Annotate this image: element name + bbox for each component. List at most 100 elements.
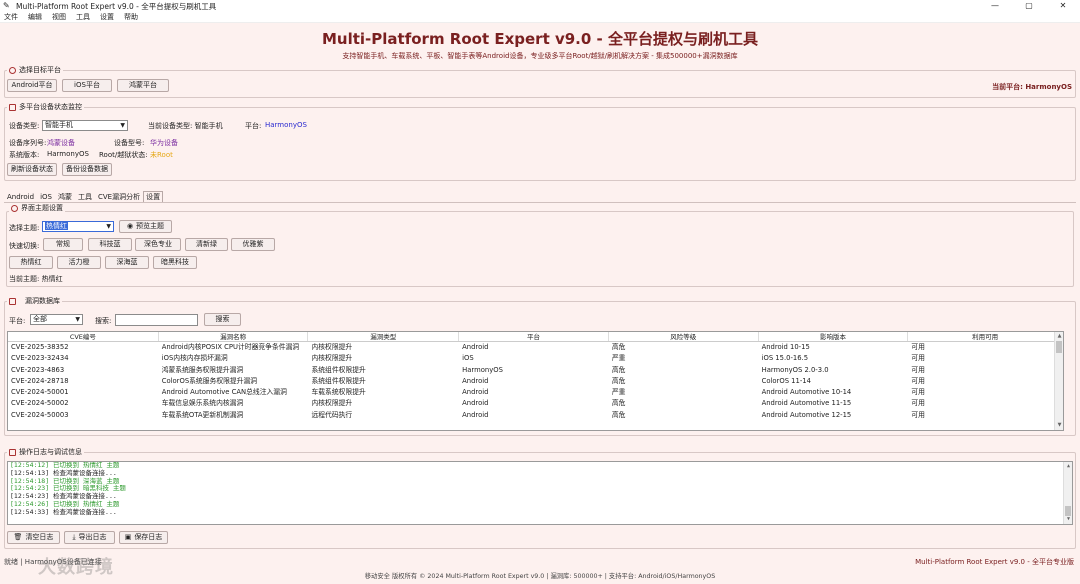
theme-dark-pro-button[interactable]: 深色专业 xyxy=(135,238,181,251)
theme-group-label: 界面主题设置 xyxy=(9,203,65,213)
tab-harmony[interactable]: 鸿蒙 xyxy=(55,191,75,202)
theme-vital-orange-button[interactable]: 活力橙 xyxy=(57,256,101,269)
scroll-down-icon[interactable]: ▼ xyxy=(1055,421,1063,430)
eye-icon: ◉ xyxy=(126,222,134,230)
maximize-button[interactable]: ▢ xyxy=(1012,0,1046,12)
theme-passion-red-button[interactable]: 热情红 xyxy=(9,256,53,269)
vuln-db-group-label: 漏洞数据库 xyxy=(7,296,62,306)
theme-select-label: 选择主题: xyxy=(9,224,40,232)
preview-theme-button[interactable]: ◉ 预览主题 xyxy=(119,220,172,233)
feather-icon: ✎ xyxy=(3,1,10,10)
device-monitor-label: 多平台设备状态监控 xyxy=(7,102,84,112)
table-row[interactable]: CVE-2025-38352 Android内核POSIX CPU计时器竞争条件漏… xyxy=(8,342,1063,353)
model-value: 华为设备 xyxy=(150,139,178,147)
sysver-value: HarmonyOS xyxy=(47,150,89,158)
col-cve[interactable]: CVE编号 xyxy=(8,332,159,341)
table-row[interactable]: CVE-2024-28718 ColorOS系统服务权限提升漏洞 系统组件权限提升 A… xyxy=(8,376,1063,387)
table-row[interactable]: CVE-2023-32434 iOS内核内存损坏漏洞 内核权限提升 iOS 严重 iOS … xyxy=(8,353,1063,364)
log-scrollbar[interactable]: ▲ ▼ xyxy=(1063,462,1072,524)
col-type[interactable]: 漏洞类型 xyxy=(308,332,460,341)
theme-regular-button[interactable]: 常规 xyxy=(43,238,83,251)
tab-tools[interactable]: 工具 xyxy=(75,191,95,202)
log-line: [12:54:12] 已切换到 热情红 主题 xyxy=(10,461,120,469)
log-line: [12:54:23] 检查鸿蒙设备连接... xyxy=(10,492,117,501)
android-platform-button[interactable]: Android平台 xyxy=(7,79,57,92)
theme-fresh-green-button[interactable]: 清新绿 xyxy=(185,238,228,251)
col-risk[interactable]: 风险等级 xyxy=(609,332,759,341)
col-versions[interactable]: 影响版本 xyxy=(759,332,909,341)
menu-settings[interactable]: 设置 xyxy=(100,12,114,22)
tab-cve[interactable]: CVE漏洞分析 xyxy=(95,191,143,202)
tab-android[interactable]: Android xyxy=(4,191,37,202)
ios-platform-button[interactable]: iOS平台 xyxy=(62,79,112,92)
device-type-label: 设备类型: xyxy=(9,122,40,130)
menu-edit[interactable]: 编辑 xyxy=(28,12,42,22)
log-line: [12:54:33] 检查鸿蒙设备连接... xyxy=(10,507,117,516)
col-name[interactable]: 漏洞名称 xyxy=(159,332,309,341)
log-line: [12:54:26] 已切换到 热情红 主题 xyxy=(10,499,120,508)
theme-tech-blue-button[interactable]: 科技蓝 xyxy=(88,238,132,251)
tab-divider xyxy=(4,202,1076,203)
database-icon xyxy=(9,297,16,305)
theme-select[interactable]: 热情红 ▼ xyxy=(42,221,114,232)
col-exploit[interactable]: 利用可用 xyxy=(908,332,1063,341)
footer-copyright: 移动安全 版权所有 © 2024 Multi-Platform Root Exp… xyxy=(364,573,716,580)
clear-log-button[interactable]: 🗑 清空日志 xyxy=(7,531,60,544)
scroll-up-icon[interactable]: ▲ xyxy=(1055,332,1063,341)
window-title: Multi-Platform Root Expert v9.0 - 全平台提权与… xyxy=(16,1,217,11)
log-output[interactable]: [12:54:12] 已切换到 热情红 主题 [12:54:13] 检查鸿蒙设备… xyxy=(7,461,1073,525)
close-button[interactable]: ✕ xyxy=(1046,0,1080,12)
vuln-search-button[interactable]: 搜索 xyxy=(204,313,241,326)
table-row[interactable]: CVE-2024-50003 车载系统OTA更新机制漏洞 远程代码执行 Android… xyxy=(8,410,1063,421)
vuln-search-label: 搜索: xyxy=(95,317,112,325)
vuln-search-input[interactable] xyxy=(115,314,198,326)
harmony-platform-button[interactable]: 鸿蒙平台 xyxy=(117,79,169,92)
app-subtitle: 支持智能手机、车载系统、平板、智能手表等Android设备，专业级多平台Root… xyxy=(342,52,738,60)
vuln-table: CVE编号 漏洞名称 漏洞类型 平台 风险等级 影响版本 利用可用 CVE-20… xyxy=(7,331,1064,431)
device-icon xyxy=(9,103,16,111)
theme-dark-tech-button[interactable]: 暗黑科技 xyxy=(153,256,197,269)
table-row[interactable]: CVE-2024-50001 Android Automotive CAN总线注入… xyxy=(8,387,1063,398)
scroll-down-icon[interactable]: ▼ xyxy=(1064,515,1072,524)
menu-bar: 文件 编辑 视图 工具 设置 帮助 xyxy=(0,12,1080,23)
trash-icon: 🗑 xyxy=(13,533,23,541)
theme-elegant-purple-button[interactable]: 优雅紫 xyxy=(231,238,275,251)
minimize-button[interactable]: — xyxy=(978,0,1012,12)
sysver-label: 系统版本: xyxy=(9,151,40,159)
table-scrollbar[interactable]: ▲ ▼ xyxy=(1054,332,1063,430)
menu-tools[interactable]: 工具 xyxy=(76,12,90,22)
app-title: Multi-Platform Root Expert v9.0 - 全平台提权与… xyxy=(322,30,758,48)
export-icon: ⤓ xyxy=(72,533,76,541)
current-platform-label: 当前平台: HarmonyOS xyxy=(992,83,1072,91)
quick-switch-label: 快速切换: xyxy=(9,242,40,250)
current-theme-label: 当前主题: 热情红 xyxy=(9,275,63,283)
scroll-thumb[interactable] xyxy=(1056,341,1062,353)
palette-icon xyxy=(11,204,18,212)
title-bar: ✎ Multi-Platform Root Expert v9.0 - 全平台提… xyxy=(0,0,1080,12)
save-icon: ▣ xyxy=(124,533,132,541)
menu-file[interactable]: 文件 xyxy=(4,12,18,22)
scroll-up-icon[interactable]: ▲ xyxy=(1064,462,1072,471)
tab-settings[interactable]: 设置 xyxy=(143,191,164,202)
window-controls: — ▢ ✕ xyxy=(978,0,1080,12)
save-log-button[interactable]: ▣ 保存日志 xyxy=(119,531,168,544)
footer-version: Multi-Platform Root Expert v9.0 - 全平台专业版 xyxy=(915,558,1074,566)
col-platform[interactable]: 平台 xyxy=(459,332,609,341)
root-status-value: 未Root xyxy=(150,151,173,159)
refresh-device-button[interactable]: 刷新设备状态 xyxy=(7,163,57,176)
tab-ios[interactable]: iOS xyxy=(37,191,55,202)
export-log-button[interactable]: ⤓ 导出日志 xyxy=(64,531,115,544)
chevron-down-icon: ▼ xyxy=(106,223,111,230)
root-status-label: Root/越狱状态: xyxy=(99,151,148,159)
table-row[interactable]: CVE-2023-4863 鸿蒙系统服务权限提升漏洞 系统组件权限提升 Harmony… xyxy=(8,365,1063,376)
device-type-select[interactable]: 智能手机 ▼ xyxy=(42,120,128,131)
menu-view[interactable]: 视图 xyxy=(52,12,66,22)
theme-deep-sea-button[interactable]: 深海蓝 xyxy=(105,256,149,269)
vuln-platform-select[interactable]: 全部 ▼ xyxy=(30,314,83,325)
menu-help[interactable]: 帮助 xyxy=(124,12,138,22)
model-label: 设备型号: xyxy=(114,139,145,147)
target-icon xyxy=(9,66,16,74)
table-row[interactable]: CVE-2024-50002 车载信息娱乐系统内核漏洞 内核权限提升 Android 高… xyxy=(8,398,1063,409)
log-group-label: 操作日志与调试信息 xyxy=(7,447,84,457)
backup-device-button[interactable]: 备份设备数据 xyxy=(62,163,112,176)
